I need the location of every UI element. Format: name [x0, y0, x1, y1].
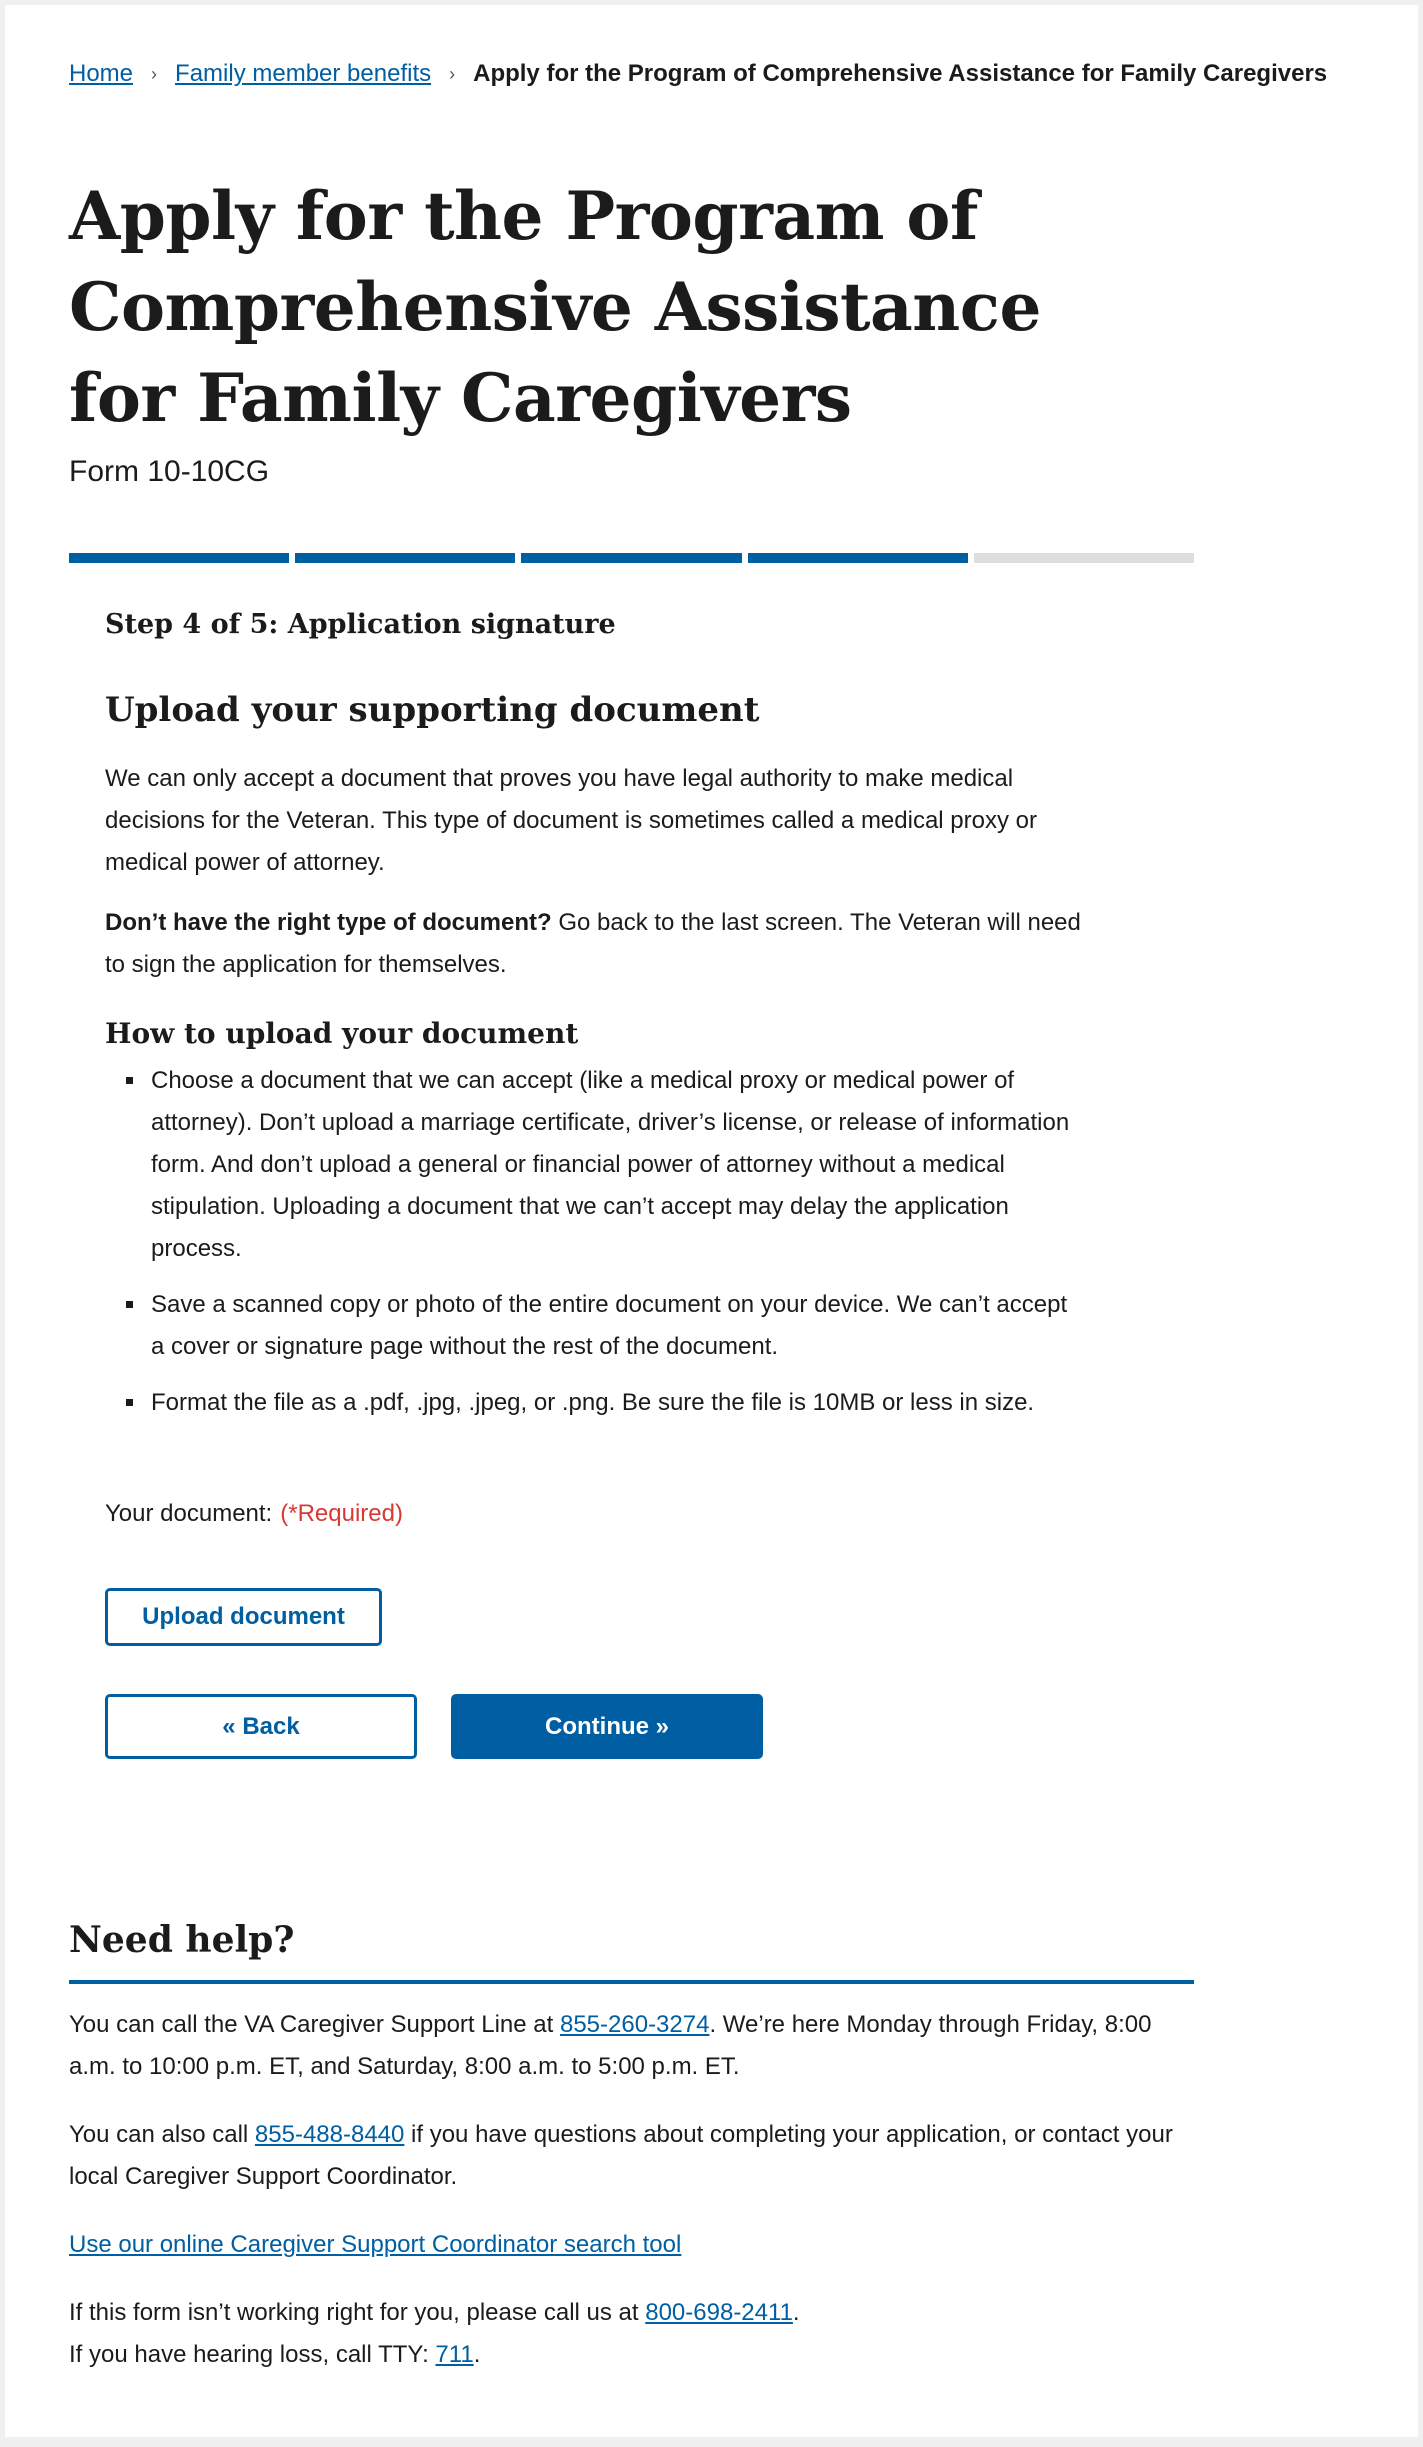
form-help-phone-link[interactable]: 800-698-2411: [645, 2299, 793, 2326]
document-field-label: Your document: (*Required): [105, 1494, 1085, 1534]
list-item: Save a scanned copy or photo of the enti…: [147, 1284, 1085, 1368]
step-label: Step 4 of 5: Application signature: [105, 609, 616, 640]
form-number: Form 10-10CG: [69, 455, 270, 488]
list-item: Format the file as a .pdf, .jpg, .jpeg, …: [147, 1382, 1085, 1424]
list-item: Choose a document that we can accept (li…: [147, 1060, 1085, 1270]
breadcrumb-current-page: Apply for the Program of Comprehensive A…: [473, 60, 1328, 87]
form-navigation: « Back Continue »: [105, 1694, 1085, 1759]
questions-phone-link[interactable]: 855-488-8440: [255, 2121, 404, 2148]
section-heading: Upload your supporting document: [105, 690, 760, 730]
help-support-line-paragraph: You can call the VA Caregiver Support Li…: [69, 2004, 1194, 2088]
progress-segment: [295, 553, 516, 563]
required-indicator: (*Required): [280, 1500, 403, 1527]
help-text: .: [792, 2299, 800, 2326]
progress-segment: [747, 553, 968, 563]
intro-paragraph: We can only accept a document that prove…: [105, 765, 1038, 876]
how-to-upload-heading: How to upload your document: [105, 1017, 579, 1050]
help-text: You can call the VA Caregiver Support Li…: [69, 2011, 560, 2038]
help-text: .: [473, 2341, 481, 2368]
search-tool-paragraph: Use our online Caregiver Support Coordin…: [69, 2224, 1194, 2266]
breadcrumb-separator-icon: ›: [151, 63, 158, 84]
breadcrumb-separator-icon: ›: [449, 63, 456, 84]
help-text: If you have hearing loss, call TTY:: [69, 2341, 436, 2368]
no-document-bold: Don’t have the right type of document?: [105, 909, 552, 936]
progress-segment: [973, 553, 1195, 563]
caregiver-support-phone-link[interactable]: 855-260-3274: [560, 2011, 709, 2038]
breadcrumb-family-benefits-link[interactable]: Family member benefits: [175, 60, 431, 88]
progress-bar: [69, 553, 1195, 563]
progress-segment: [521, 553, 742, 563]
upload-document-button[interactable]: Upload document: [105, 1588, 382, 1646]
help-heading: Need help?: [69, 1910, 1194, 1984]
page-title: Apply for the Program of Comprehensive A…: [69, 177, 1041, 437]
breadcrumb: Home › Family member benefits › Apply fo…: [69, 60, 1327, 88]
back-button[interactable]: « Back: [105, 1694, 417, 1759]
no-document-paragraph: Don’t have the right type of document? G…: [105, 902, 1085, 986]
instructions-list: Choose a document that we can accept (li…: [105, 1060, 1085, 1424]
help-section: Need help? You can call the VA Caregiver…: [69, 1910, 1194, 2376]
coordinator-search-tool-link[interactable]: Use our online Caregiver Support Coordin…: [69, 2231, 681, 2258]
page: Home › Family member benefits › Apply fo…: [5, 5, 1418, 2437]
document-label-text: Your document:: [105, 1500, 273, 1527]
form-section: Step 4 of 5: Application signature Uploa…: [105, 600, 1085, 1759]
breadcrumb-home-link[interactable]: Home: [69, 60, 133, 88]
continue-button[interactable]: Continue »: [451, 1694, 763, 1759]
help-text: If this form isn’t working right for you…: [69, 2299, 646, 2326]
tty-phone-link[interactable]: 711: [435, 2341, 473, 2368]
progress-segment: [69, 553, 290, 563]
help-questions-paragraph: You can also call 855-488-8440 if you ha…: [69, 2114, 1194, 2198]
help-text: You can also call: [69, 2121, 255, 2148]
form-issues-paragraph: If this form isn’t working right for you…: [69, 2292, 1194, 2376]
